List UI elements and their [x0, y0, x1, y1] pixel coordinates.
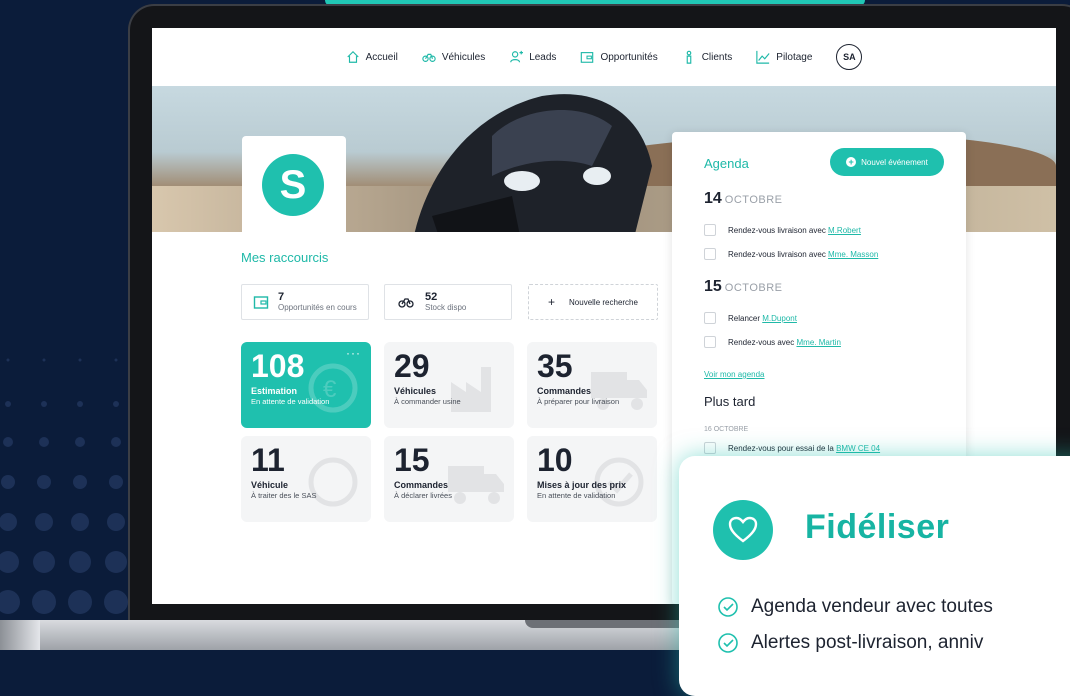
new-search-label: Nouvelle recherche — [569, 297, 638, 307]
nav-label: Pilotage — [776, 51, 813, 63]
agenda-month: OCTOBRE — [724, 282, 783, 294]
new-event-label: Nouvel événement — [861, 157, 928, 167]
laptop-base-edge — [0, 620, 40, 650]
nav-label: Véhicules — [441, 51, 486, 63]
agenda-event: Relancer M.Dupont — [704, 312, 797, 324]
later-title: Plus tard — [704, 394, 756, 409]
later-date: 16 OCTOBRE — [704, 426, 749, 433]
avatar[interactable]: SA — [836, 44, 863, 70]
nav-item-vehicules[interactable]: Véhicules — [422, 50, 485, 64]
check-circle-icon — [718, 597, 738, 617]
chart-icon — [756, 50, 770, 64]
event-checkbox[interactable] — [704, 336, 716, 348]
top-nav: Accueil Véhicules Leads Opportunités Cli… — [152, 28, 1056, 86]
shortcut-count: 52 — [425, 291, 438, 303]
truck-check-icon — [448, 466, 504, 504]
shortcut-opportunites[interactable]: 7 Opportunités en cours — [241, 284, 369, 320]
nav-item-clients[interactable]: Clients — [682, 50, 733, 64]
bike-icon — [422, 53, 436, 62]
event-contact-link[interactable]: Mme. Masson — [828, 250, 878, 259]
home-icon — [346, 50, 359, 63]
svg-text:€: € — [323, 376, 337, 403]
event-text: Rendez-vous pour essai de la — [728, 443, 837, 453]
refresh-icon — [308, 457, 358, 507]
tile-vehicules[interactable]: 29 Véhicules À commander usine — [384, 342, 514, 428]
event-text: Rendez-vous livraison avec — [728, 249, 829, 259]
euro-refresh-icon: € — [308, 363, 358, 413]
agenda-event: Rendez-vous avec Mme. Martin — [704, 336, 841, 348]
tile-estimation[interactable]: € ··· 108 Estimation En attente de valid… — [241, 342, 371, 428]
agenda-day-header: 15 OCTOBRE — [704, 278, 783, 296]
nav-item-accueil[interactable]: Accueil — [346, 50, 398, 64]
event-contact-link[interactable]: Mme. Martin — [796, 338, 840, 347]
agenda-day-header: 14 OCTOBRE — [704, 190, 783, 208]
feature-bullet: Alertes post-livraison, anniv — [717, 632, 983, 654]
user-plus-icon — [510, 50, 524, 63]
nav-label: Opportunités — [600, 51, 658, 63]
event-checkbox[interactable] — [704, 248, 716, 260]
plus-icon: + — [548, 295, 556, 309]
nav-item-leads[interactable]: Leads — [509, 50, 556, 64]
event-contact-link[interactable]: M.Dupont — [762, 314, 797, 323]
heart-icon — [713, 500, 773, 560]
agenda-month: OCTOBRE — [724, 194, 783, 206]
bike-icon — [398, 298, 414, 308]
nav-label: Accueil — [365, 51, 398, 63]
agenda-event: Rendez-vous livraison avec M.Robert — [704, 224, 861, 236]
feature-title: Fidéliser — [805, 508, 950, 546]
see-agenda-link[interactable]: Voir mon agenda — [704, 370, 765, 379]
brand-logo-card: S — [242, 136, 346, 232]
check-circle-icon — [718, 633, 738, 653]
new-search-button[interactable]: + Nouvelle recherche — [528, 284, 658, 320]
nav-label: Clients — [701, 51, 733, 63]
event-contact-link[interactable]: M.Robert — [828, 226, 861, 235]
agenda-day-number: 15 — [704, 278, 722, 295]
shortcut-stock[interactable]: 52 Stock dispo — [384, 284, 512, 320]
more-options-icon[interactable]: ··· — [346, 346, 361, 360]
nav-item-pilotage[interactable]: Pilotage — [756, 50, 812, 64]
wallet-icon — [253, 296, 269, 309]
nav-item-opportunites[interactable]: Opportunités — [580, 50, 658, 64]
event-text: Rendez-vous livraison avec — [728, 225, 829, 235]
tile-commandes-preparer[interactable]: 35 Commandes À préparer pour livraison — [527, 342, 657, 428]
shortcut-count: 7 — [278, 291, 285, 303]
truck-icon — [591, 372, 647, 410]
tile-vehicule-sas[interactable]: 11 Véhicule À traiter des le SAS — [241, 436, 371, 522]
event-checkbox[interactable] — [704, 312, 716, 324]
feature-bullet: Agenda vendeur avec toutes — [717, 596, 993, 618]
factory-icon — [451, 367, 491, 412]
event-text: Rendez-vous avec — [728, 337, 797, 347]
agenda-event: Rendez-vous livraison avec Mme. Masson — [704, 248, 878, 260]
feature-bullet-text: Alertes post-livraison, anniv — [751, 632, 984, 653]
wallet-icon — [581, 52, 594, 63]
nav-label: Leads — [529, 51, 557, 63]
event-checkbox[interactable] — [704, 224, 716, 236]
motorcycle-image — [414, 94, 652, 232]
shortcuts-title: Mes raccourcis — [241, 250, 329, 265]
tile-commandes-livrees[interactable]: 15 Commandes À déclarer livrées — [384, 436, 514, 522]
shortcut-label: Stock dispo — [425, 303, 467, 312]
feature-bullet-text: Agenda vendeur avec toutes — [751, 596, 993, 617]
agenda-event: Rendez-vous pour essai de la BMW CE 04 — [704, 442, 880, 454]
tile-mises-a-jour-prix[interactable]: 10 Mises à jour des prix En attente de v… — [527, 436, 657, 522]
event-checkbox[interactable] — [704, 442, 716, 454]
event-vehicle-link[interactable]: BMW CE 04 — [836, 444, 880, 453]
plus-circle-icon: + — [846, 157, 857, 167]
new-event-button[interactable]: + Nouvel événement — [830, 148, 944, 176]
laptop-notch — [525, 620, 705, 628]
feature-card: Fidéliser Agenda vendeur avec toutes Ale… — [679, 456, 1070, 696]
agenda-day-number: 14 — [704, 190, 722, 207]
brand-logo: S — [262, 154, 324, 216]
check-refresh-icon — [594, 457, 644, 507]
person-icon — [686, 50, 692, 64]
agenda-title: Agenda — [704, 156, 749, 171]
shortcut-label: Opportunités en cours — [278, 303, 357, 312]
event-text: Relancer — [728, 313, 763, 323]
